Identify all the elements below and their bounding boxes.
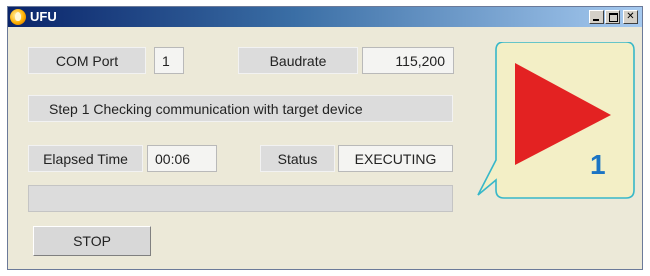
com-port-label: COM Port	[28, 47, 146, 74]
baudrate-label: Baudrate	[238, 47, 358, 74]
app-flame-icon	[10, 9, 26, 25]
step-number: 1	[590, 149, 606, 180]
step-message: Step 1 Checking communication with targe…	[28, 95, 453, 122]
baudrate-value: 115,200	[362, 47, 454, 74]
status-value: EXECUTING	[338, 145, 453, 172]
title-bar[interactable]: UFU ✕	[8, 7, 642, 27]
minimize-icon	[593, 19, 599, 21]
maximize-button[interactable]	[605, 10, 620, 24]
status-label: Status	[260, 145, 335, 172]
window-title: UFU	[30, 9, 57, 24]
elapsed-time-value: 00:06	[147, 145, 217, 172]
elapsed-time-label: Elapsed Time	[28, 145, 143, 172]
maximize-icon	[609, 13, 618, 22]
close-icon: ✕	[626, 11, 635, 22]
minimize-button[interactable]	[589, 10, 604, 24]
status-indicator	[477, 42, 635, 199]
com-port-value: 1	[154, 47, 184, 74]
progress-bar	[28, 185, 453, 212]
close-button[interactable]: ✕	[623, 10, 638, 24]
stop-button[interactable]: STOP	[33, 226, 151, 256]
